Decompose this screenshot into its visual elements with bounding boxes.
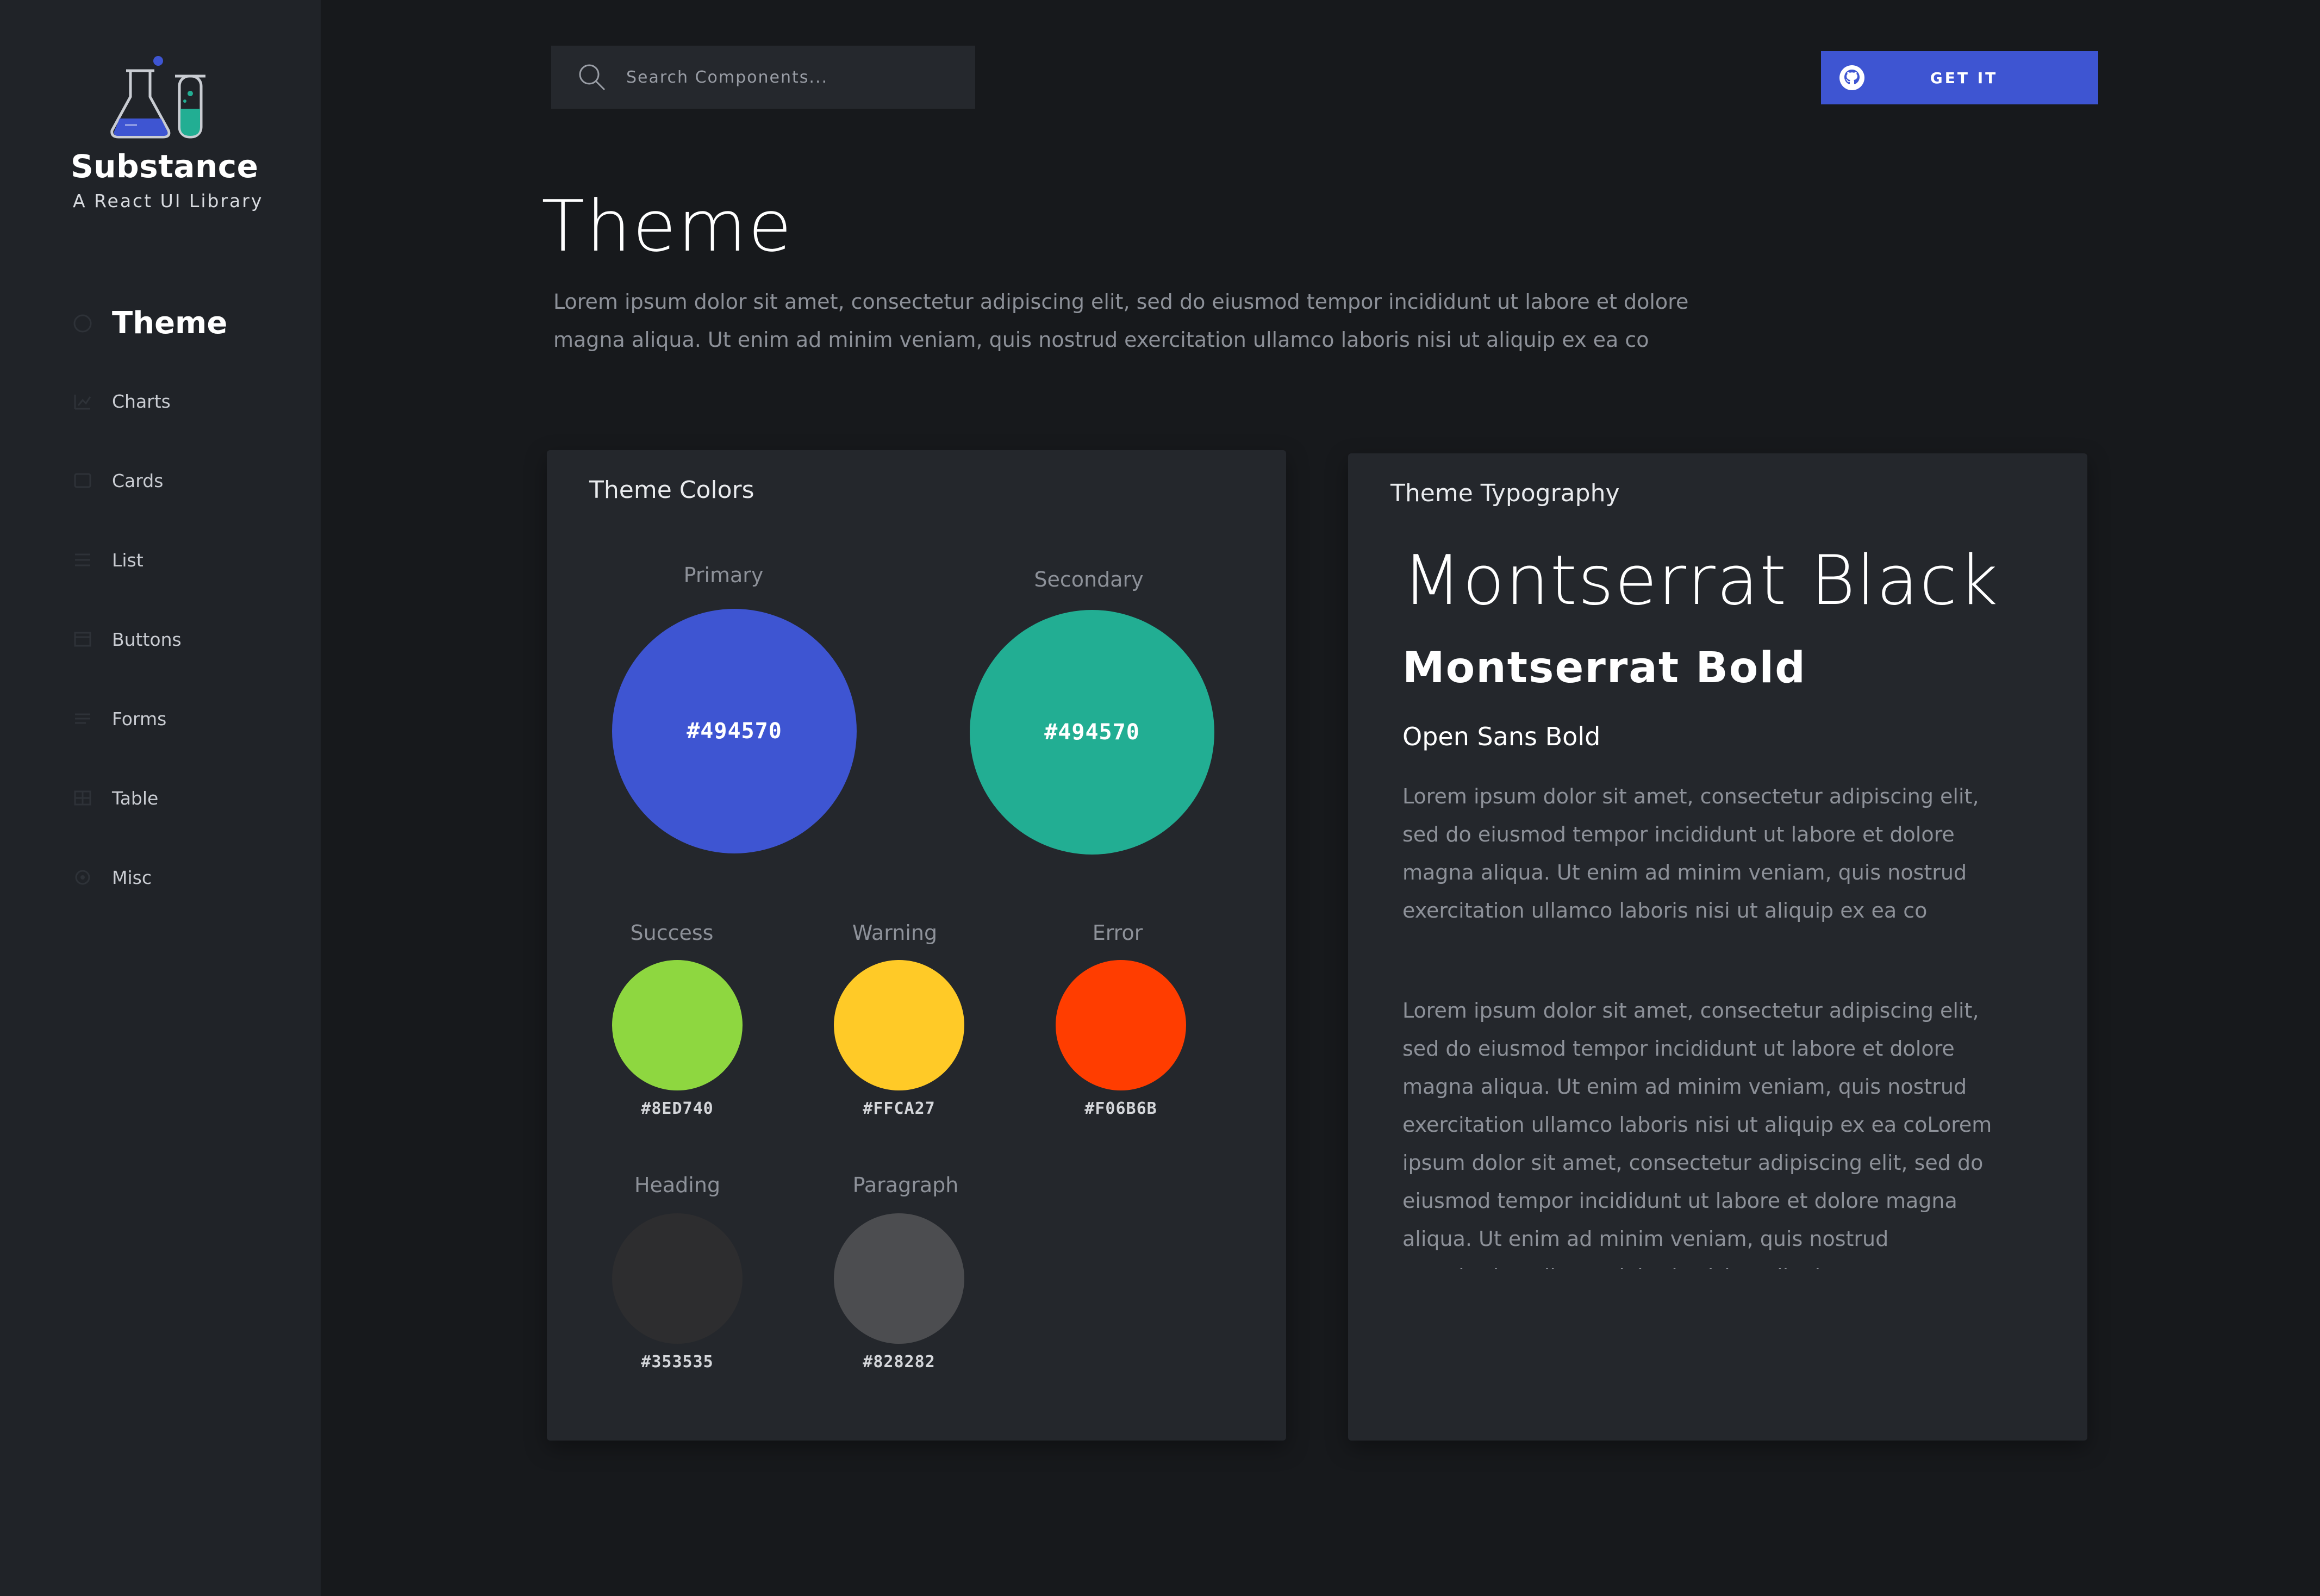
flask-logo-icon <box>109 54 212 141</box>
theme-colors-card: Theme Colors Primary #494570 Secondary #… <box>547 450 1286 1441</box>
app-name: Substance <box>71 148 259 185</box>
sidebar: Substance A React UI Library Theme Chart… <box>0 0 321 1596</box>
sidebar-item-label: Cards <box>112 470 164 491</box>
search-icon <box>579 64 606 91</box>
sample-paragraph-long: Lorem ipsum dolor sit amet, consectetur … <box>1402 999 1992 1269</box>
buttons-icon <box>71 627 95 651</box>
sidebar-item-table[interactable]: Table <box>71 786 158 810</box>
error-swatch <box>1056 960 1186 1090</box>
primary-swatch: #494570 <box>612 609 857 853</box>
page-title: Theme <box>541 185 794 267</box>
warning-hex: #FFCA27 <box>863 1099 936 1118</box>
sidebar-item-charts[interactable]: Charts <box>71 389 171 413</box>
open-sans-bold-sample: Open Sans Bold <box>1402 722 1601 751</box>
paragraph-swatch <box>834 1213 964 1344</box>
page-description: Lorem ipsum dolor sit amet, consectetur … <box>553 290 1689 352</box>
sidebar-item-label: Charts <box>112 390 171 412</box>
sidebar-item-label: Misc <box>112 866 152 888</box>
list-icon <box>71 548 95 572</box>
sidebar-item-label: Forms <box>112 708 167 730</box>
misc-icon <box>71 865 95 889</box>
primary-label: Primary <box>683 563 764 587</box>
sidebar-item-cards[interactable]: Cards <box>71 469 163 492</box>
sidebar-item-misc[interactable]: Misc <box>71 865 152 889</box>
cards-icon <box>71 469 95 492</box>
app-tagline: A React UI Library <box>73 190 264 211</box>
success-label: Success <box>630 921 714 945</box>
sidebar-item-list[interactable]: List <box>71 548 144 572</box>
sidebar-item-label: Table <box>112 787 159 809</box>
paragraph-hex: #828282 <box>863 1352 936 1371</box>
github-icon <box>1839 65 1864 90</box>
sidebar-item-buttons[interactable]: Buttons <box>71 627 182 651</box>
search-input[interactable] <box>626 67 952 87</box>
secondary-label: Secondary <box>1034 568 1144 591</box>
error-label: Error <box>1092 921 1143 945</box>
sidebar-item-label: Theme <box>112 306 228 341</box>
theme-typography-card: Theme Typography Montserrat Black Montse… <box>1348 453 2087 1441</box>
warning-label: Warning <box>852 921 938 945</box>
table-icon <box>71 786 95 810</box>
error-hex: #F06B6B <box>1084 1099 1157 1118</box>
secondary-hex: #494570 <box>1044 720 1140 745</box>
sample-paragraph: Lorem ipsum dolor sit amet, consectetur … <box>1402 784 1979 922</box>
sidebar-item-label: Buttons <box>112 628 182 650</box>
get-it-label: GET IT <box>1930 68 1998 87</box>
success-hex: #8ED740 <box>641 1099 714 1118</box>
card-title: Theme Colors <box>589 476 754 504</box>
sidebar-item-label: List <box>112 549 144 571</box>
success-swatch <box>612 960 743 1090</box>
heading-label: Heading <box>634 1173 721 1197</box>
secondary-swatch: #494570 <box>970 610 1214 855</box>
primary-hex: #494570 <box>687 719 782 744</box>
warning-swatch <box>834 960 964 1090</box>
heading-hex: #353535 <box>641 1352 714 1371</box>
search-bar[interactable] <box>551 46 975 109</box>
get-it-button[interactable]: GET IT <box>1821 51 2098 104</box>
sidebar-item-theme[interactable]: Theme <box>71 306 227 341</box>
montserrat-bold-sample: Montserrat Bold <box>1402 644 1806 693</box>
palette-icon <box>71 311 95 335</box>
sidebar-item-forms[interactable]: Forms <box>71 707 166 731</box>
montserrat-black-sample: Montserrat Black <box>1402 540 1999 620</box>
card-title: Theme Typography <box>1390 479 1620 507</box>
forms-icon <box>71 707 95 731</box>
chart-icon <box>71 389 95 413</box>
heading-swatch <box>612 1213 743 1344</box>
paragraph-label: Paragraph <box>852 1173 959 1197</box>
